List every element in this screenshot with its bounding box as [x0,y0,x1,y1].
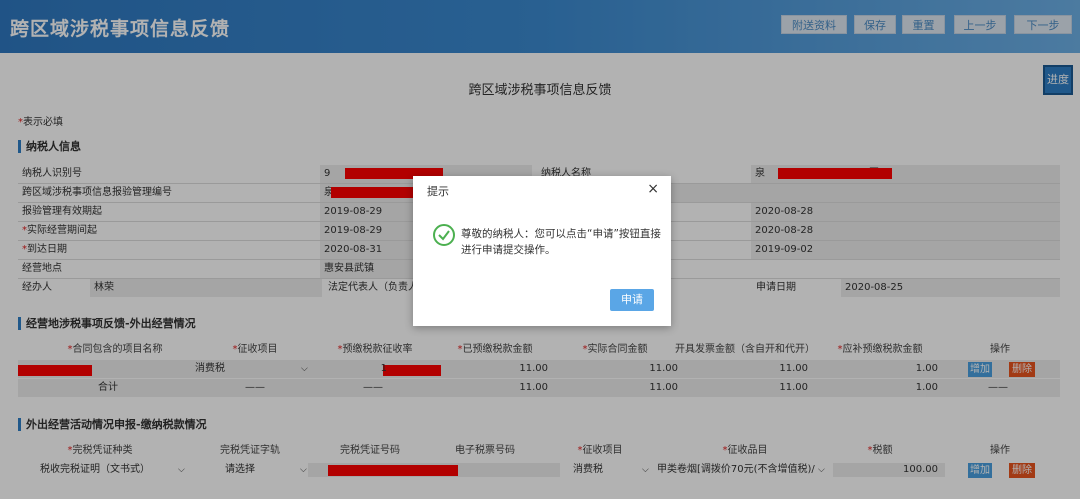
close-icon[interactable]: × [647,181,659,197]
prompt-dialog: 提示 × 尊敬的纳税人：您可以点击“申请”按钮直接进行申请提交操作。 申请 [413,176,671,326]
success-check-icon [433,224,455,246]
apply-button[interactable]: 申请 [610,289,654,311]
dialog-title: 提示 [427,185,449,198]
dialog-message: 尊敬的纳税人：您可以点击“申请”按钮直接进行申请提交操作。 [461,228,661,256]
